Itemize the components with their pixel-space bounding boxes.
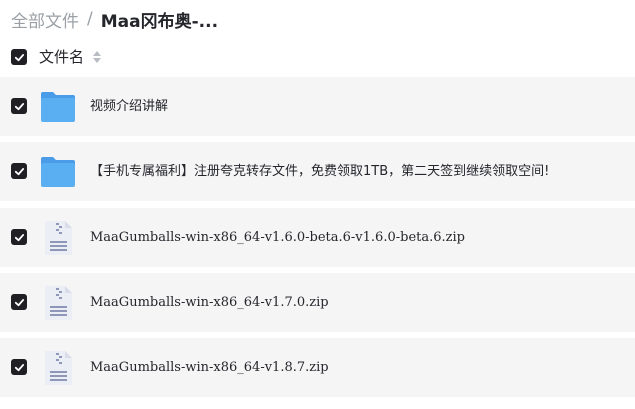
row-checkbox[interactable] bbox=[11, 98, 27, 114]
row-checkbox[interactable] bbox=[11, 294, 27, 310]
file-name[interactable]: 【手机专属福利】注册夸克转存文件，免费领取1TB，第二天签到继续领取空间! bbox=[90, 142, 549, 201]
sort-icon[interactable] bbox=[92, 50, 102, 64]
name-column-header[interactable]: 文件名 bbox=[39, 46, 84, 67]
check-icon bbox=[14, 102, 24, 110]
folder-row[interactable]: 【手机专属福利】注册夸克转存文件，免费领取1TB，第二天签到继续领取空间! bbox=[0, 142, 635, 201]
file-row[interactable]: MaaGumballs-win-x86_64-v1.6.0-beta.6-v1.… bbox=[0, 208, 635, 267]
zip-file-icon bbox=[45, 351, 72, 385]
list-header: 文件名 bbox=[0, 42, 635, 72]
breadcrumb-root[interactable]: 全部文件 bbox=[11, 7, 79, 32]
select-all-checkbox[interactable] bbox=[11, 49, 27, 65]
folder-row[interactable]: 视频介绍讲解 bbox=[0, 77, 635, 136]
file-name[interactable]: 视频介绍讲解 bbox=[90, 77, 168, 136]
check-icon bbox=[14, 233, 24, 241]
file-name[interactable]: MaaGumballs-win-x86_64-v1.7.0.zip bbox=[90, 273, 329, 332]
file-browser: 全部文件 / Maa冈布奥-... 文件名 视频介绍讲解【手机专属福利】注册夸克… bbox=[0, 0, 635, 409]
zip-file-icon bbox=[45, 286, 72, 320]
file-row[interactable]: MaaGumballs-win-x86_64-v1.8.7.zip bbox=[0, 338, 635, 397]
check-icon bbox=[14, 298, 24, 306]
zip-file-icon bbox=[45, 221, 72, 255]
check-icon bbox=[14, 167, 24, 175]
breadcrumb-current: Maa冈布奥-... bbox=[100, 11, 219, 32]
breadcrumb: 全部文件 / Maa冈布奥-... bbox=[11, 6, 218, 32]
row-checkbox[interactable] bbox=[11, 163, 27, 179]
file-row[interactable]: MaaGumballs-win-x86_64-v1.7.0.zip bbox=[0, 273, 635, 332]
file-name[interactable]: MaaGumballs-win-x86_64-v1.8.7.zip bbox=[90, 338, 329, 397]
row-checkbox[interactable] bbox=[11, 229, 27, 245]
folder-icon bbox=[41, 92, 75, 122]
file-name[interactable]: MaaGumballs-win-x86_64-v1.6.0-beta.6-v1.… bbox=[90, 208, 465, 267]
check-icon bbox=[14, 363, 24, 371]
row-checkbox[interactable] bbox=[11, 359, 27, 375]
breadcrumb-separator: / bbox=[87, 9, 93, 29]
check-icon bbox=[14, 53, 24, 61]
folder-icon bbox=[41, 157, 75, 187]
